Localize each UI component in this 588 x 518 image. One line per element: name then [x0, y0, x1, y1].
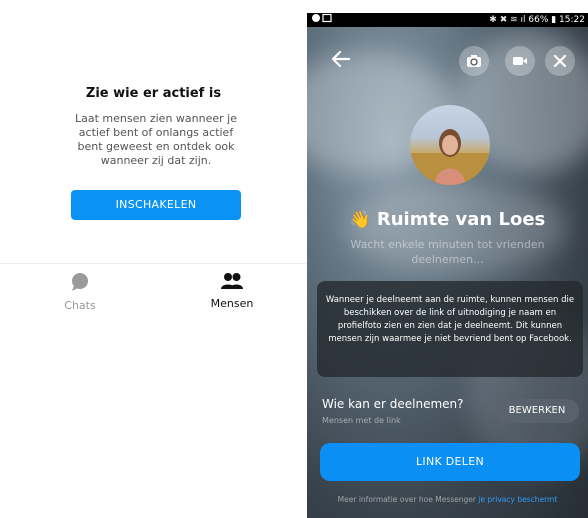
- edit-button[interactable]: BEWERKEN: [495, 399, 579, 423]
- switch-camera-button[interactable]: [459, 46, 489, 76]
- waving-hand-icon: 👋: [349, 210, 371, 230]
- tab-chats-label: Chats: [64, 299, 96, 312]
- tab-people[interactable]: Mensen: [192, 272, 272, 310]
- status-text: 66% ▮ 15:22: [528, 15, 585, 25]
- back-arrow-icon[interactable]: [331, 49, 351, 73]
- tab-people-label: Mensen: [210, 297, 254, 310]
- privacy-info-box: Wanneer je deelneemt aan de ruimte, kunn…: [317, 281, 583, 377]
- status-bar-left-icons: [311, 13, 333, 28]
- privacy-footer-text: Meer informatie over hoe Messenger: [337, 495, 479, 504]
- active-status-panel: Zie wie er actief is Laat mensen zien wa…: [0, 0, 307, 518]
- status-icons: ✱ ✖ ≋ ıl: [489, 15, 529, 25]
- privacy-link[interactable]: je privacy beschermt: [478, 495, 557, 504]
- video-button[interactable]: [505, 46, 535, 76]
- avatar: [410, 105, 490, 185]
- room-subtitle: Wacht enkele minuten tot vrienden deelne…: [350, 238, 545, 266]
- enable-button[interactable]: INSCHAKELEN: [71, 190, 241, 220]
- who-can-join-value: Mensen met de link: [322, 416, 401, 425]
- spotify-icon: [312, 14, 320, 22]
- video-camera-icon: [513, 57, 527, 65]
- close-icon: [553, 54, 567, 68]
- status-bar: ✱ ✖ ≋ ıl 66% ▮ 15:22: [307, 13, 588, 27]
- who-can-join-title: Wie kan er deelnemen?: [322, 397, 464, 411]
- share-link-button[interactable]: LINK DELEN: [320, 443, 580, 481]
- people-icon: [192, 272, 272, 294]
- active-status-description: Laat mensen zien wanneer je actief bent …: [75, 112, 237, 167]
- image-icon: [322, 13, 332, 23]
- room-title: 👋 Ruimte van Loes: [307, 209, 588, 230]
- tabbar-divider: [0, 263, 307, 264]
- active-status-title: Zie wie er actief is: [85, 86, 222, 101]
- close-button[interactable]: [545, 46, 575, 76]
- camera-switch-icon: [467, 55, 481, 67]
- tab-chats[interactable]: Chats: [40, 272, 120, 312]
- status-bar-right: ✱ ✖ ≋ ıl 66% ▮ 15:22: [489, 13, 585, 27]
- room-title-text: Ruimte van Loes: [376, 209, 546, 230]
- privacy-footer: Meer informatie over hoe Messenger je pr…: [307, 495, 588, 504]
- chat-bubble-icon: [40, 272, 120, 296]
- room-screen: ✱ ✖ ≋ ıl 66% ▮ 15:22 👋 Ruimte van Loes W…: [307, 13, 588, 518]
